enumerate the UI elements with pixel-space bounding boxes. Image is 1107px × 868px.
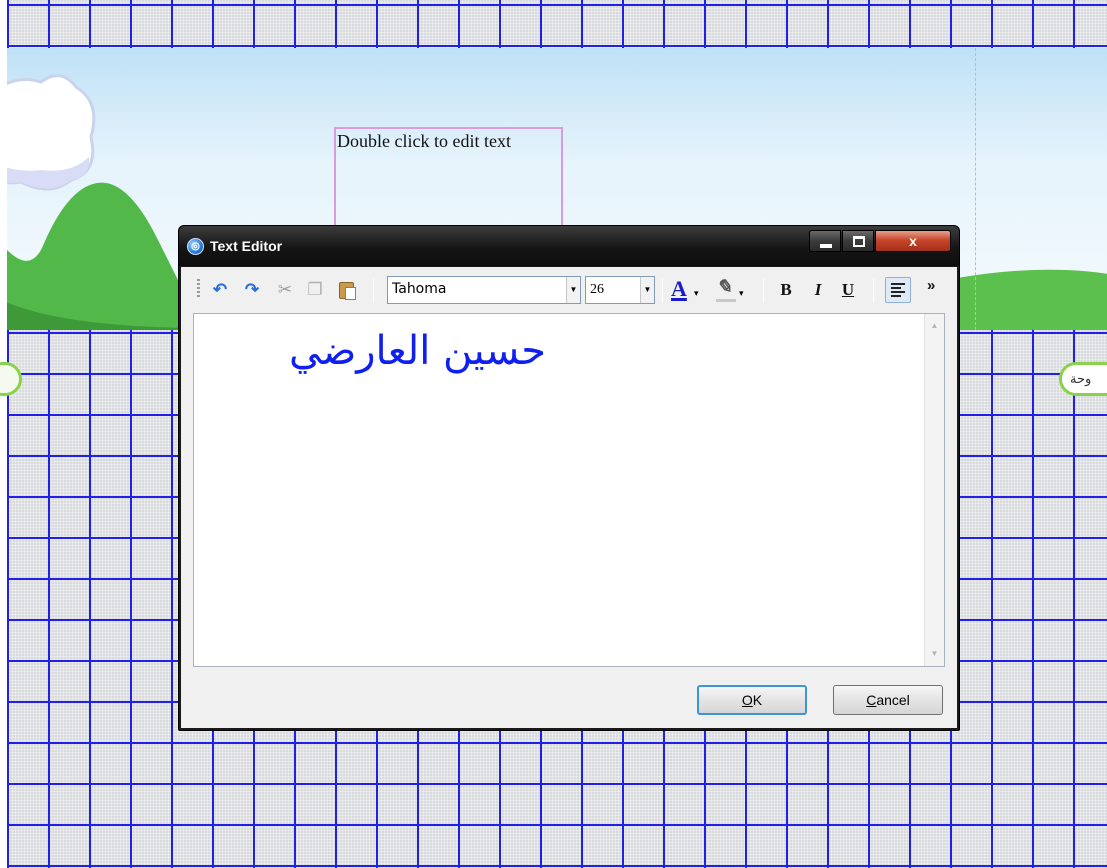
rich-text-editor[interactable]: حسين العارضي ▲ ▼ — [193, 313, 945, 667]
font-size-select[interactable]: 26 ▼ — [585, 276, 655, 304]
italic-button[interactable]: I — [808, 279, 828, 301]
window-controls: x — [809, 230, 954, 252]
dialog-titlebar[interactable]: ◎ Text Editor x — [179, 226, 959, 266]
formatting-toolbar: ↶ ↷ ✂ ❐ Tahoma ▼ 26 ▼ A ▾ ✎ ▾ B I U » — [181, 267, 957, 313]
cut-icon[interactable]: ✂ — [274, 279, 296, 301]
toolbar-separator — [763, 279, 764, 303]
dialog-title: Text Editor — [210, 238, 283, 254]
left-margin — [0, 0, 7, 868]
toolbar-separator — [662, 279, 663, 303]
ok-label: K — [752, 692, 763, 708]
font-color-icon: A — [671, 276, 687, 301]
green-hill-illustration — [7, 182, 207, 330]
highlighter-icon: ✎ — [716, 277, 732, 298]
font-size-value: 26 — [590, 282, 604, 297]
minimize-icon — [820, 244, 832, 248]
chevron-down-icon: ▾ — [694, 288, 699, 298]
cancel-label: ancel — [876, 692, 910, 708]
scroll-down-icon[interactable]: ▼ — [925, 644, 944, 664]
maximize-icon — [853, 236, 865, 247]
ok-mnemonic: O — [741, 692, 753, 708]
minimize-button[interactable] — [809, 230, 841, 252]
toolbar-grip-icon[interactable] — [197, 279, 200, 299]
toolbar-separator — [873, 279, 874, 303]
bold-button[interactable]: B — [776, 279, 796, 301]
paste-icon[interactable] — [336, 279, 358, 301]
text-editor-dialog: ◎ Text Editor x ↶ ↷ ✂ ❐ Tahoma ▼ 26 ▼ A … — [178, 225, 960, 731]
align-left-button[interactable] — [885, 277, 911, 303]
toolbar-separator — [373, 279, 374, 303]
maximize-button[interactable] — [842, 230, 874, 252]
close-button[interactable]: x — [875, 230, 951, 252]
right-nav-pill[interactable]: وحة — [1059, 362, 1107, 396]
cancel-mnemonic: C — [866, 692, 877, 708]
close-icon: x — [909, 233, 917, 249]
redo-icon[interactable]: ↷ — [241, 279, 263, 301]
highlight-swatch — [716, 299, 736, 302]
undo-icon[interactable]: ↶ — [209, 279, 231, 301]
font-color-button[interactable]: A ▾ — [671, 276, 707, 304]
app-icon: ◎ — [187, 238, 204, 255]
placeholder-label: Double click to edit text — [337, 131, 511, 151]
editor-content[interactable]: حسين العارضي — [194, 328, 546, 374]
chevron-down-icon[interactable]: ▼ — [566, 277, 580, 303]
green-hill-right-illustration — [947, 269, 1107, 330]
copy-icon[interactable]: ❐ — [304, 279, 326, 301]
underline-button[interactable]: U — [838, 279, 858, 301]
right-nav-pill-label: وحة — [1070, 371, 1092, 386]
highlight-color-button[interactable]: ✎ ▾ — [716, 276, 752, 304]
guide-line — [975, 48, 976, 330]
toolbar-overflow-button[interactable]: » — [927, 277, 935, 294]
font-name-select[interactable]: Tahoma ▼ — [387, 276, 581, 304]
chevron-down-icon: ▾ — [739, 288, 744, 298]
vertical-scrollbar[interactable]: ▲ ▼ — [924, 314, 944, 666]
chevron-down-icon[interactable]: ▼ — [640, 277, 654, 303]
font-name-value: Tahoma — [392, 281, 447, 297]
scroll-up-icon[interactable]: ▲ — [925, 316, 944, 336]
ok-button[interactable]: OK — [697, 685, 807, 715]
cancel-button[interactable]: Cancel — [833, 685, 943, 715]
dialog-client-area: ↶ ↷ ✂ ❐ Tahoma ▼ 26 ▼ A ▾ ✎ ▾ B I U » حس… — [181, 267, 957, 728]
